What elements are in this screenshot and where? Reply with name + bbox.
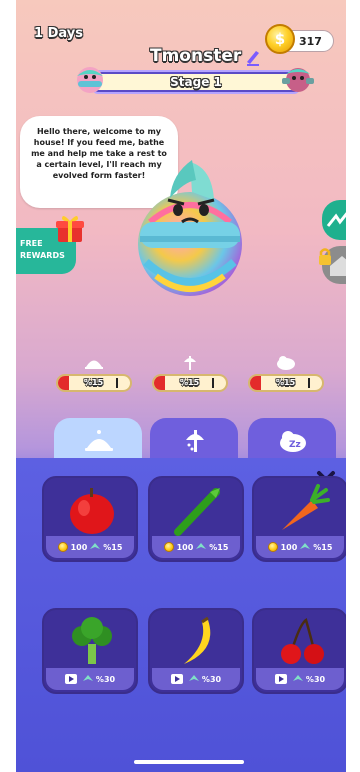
food-cloche-icon: [85, 360, 103, 369]
coin-icon: [163, 542, 174, 552]
clean-stat-bar: %15: [152, 374, 228, 392]
sleep-stat-bar: %15: [248, 374, 324, 392]
item-price: 100 %15: [46, 536, 134, 558]
cherry-icon: [281, 618, 324, 664]
asparagus-icon: [174, 488, 220, 536]
broccoli-icon: [72, 617, 112, 664]
xp-wing-icon: [300, 543, 311, 549]
food-item-broccoli[interactable]: %30: [42, 608, 138, 694]
food-stat-bar: %15: [56, 374, 132, 392]
stage-label: Stage 1: [170, 75, 222, 89]
food-cloche-icon: [85, 430, 113, 451]
food-item-carrot[interactable]: 100 %15: [252, 476, 346, 562]
sleep-stat-fill: [250, 376, 261, 390]
watch-ad-icon: [170, 674, 183, 684]
current-form-monster-icon: [77, 67, 103, 93]
tab-sleep[interactable]: Zz: [248, 418, 336, 462]
item-cost: 100: [70, 542, 88, 552]
item-gain: %15: [209, 542, 229, 552]
item-gain: %15: [313, 542, 333, 552]
item-cost: 100: [176, 542, 194, 552]
watch-ad-icon: [64, 674, 77, 684]
watch-ad-icon: [274, 674, 287, 684]
side-panel-button-top[interactable]: [322, 200, 346, 240]
apple-icon: [70, 488, 114, 534]
coin-icon: [57, 542, 68, 552]
home-indicator[interactable]: [134, 760, 244, 764]
svg-text:Zz: Zz: [289, 440, 301, 450]
coin-balance[interactable]: $ 317: [265, 24, 334, 54]
item-price: %30: [152, 668, 240, 690]
carrot-icon: [282, 484, 330, 530]
food-item-asparagus[interactable]: 100 %15: [148, 476, 244, 562]
food-item-banana[interactable]: %30: [148, 608, 244, 694]
item-gain: %30: [201, 674, 222, 684]
xp-wing-icon: [90, 543, 101, 549]
edit-name-icon[interactable]: [244, 48, 262, 66]
food-item-cherry[interactable]: %30: [252, 608, 346, 694]
sleep-cloud-icon: [277, 356, 295, 370]
evolved-form-monster-icon: [282, 68, 314, 92]
game-screen: 1 Days $ 317 Tmonster Stage 1 Hello ther…: [16, 0, 346, 772]
item-price: 100 %15: [256, 536, 344, 558]
coin-icon: [267, 542, 278, 552]
sleep-stat-percent: %15: [276, 378, 296, 387]
xp-wing-icon: [292, 675, 303, 681]
shower-icon: [184, 356, 196, 370]
clean-stat-percent: %15: [180, 378, 200, 387]
xp-wing-icon: [196, 543, 207, 549]
stat-threshold-marker: [116, 378, 118, 388]
stat-threshold-marker: [308, 378, 310, 388]
banana-icon: [184, 616, 211, 664]
item-cost: 100: [280, 542, 298, 552]
tab-clean[interactable]: [150, 418, 238, 462]
coin-icon: $: [265, 24, 295, 54]
days-counter: 1 Days: [34, 26, 83, 41]
shower-icon: [186, 430, 204, 452]
tab-food[interactable]: [54, 418, 142, 462]
item-gain: %30: [95, 674, 116, 684]
stage-progress-bar: Stage 1: [94, 72, 298, 92]
clean-stat-fill: [154, 376, 165, 390]
item-gain: %15: [103, 542, 123, 552]
item-price: 100 %15: [152, 536, 240, 558]
monster-character[interactable]: [132, 152, 248, 310]
item-price: %30: [46, 668, 134, 690]
xp-wing-icon: [188, 675, 199, 681]
gift-icon[interactable]: [54, 212, 86, 244]
coin-value: 317: [299, 35, 322, 48]
chart-icon: [326, 212, 346, 227]
xp-wing-icon: [82, 675, 93, 681]
item-price: %30: [256, 668, 344, 690]
food-stat-percent: %15: [84, 378, 104, 387]
stat-threshold-marker: [212, 378, 214, 388]
lock-icon: [319, 248, 331, 265]
food-item-apple[interactable]: 100 %15: [42, 476, 138, 562]
player-name: Tmonster: [150, 46, 242, 66]
item-gain: %30: [305, 674, 326, 684]
food-stat-fill: [58, 376, 69, 390]
sleep-cloud-icon: Zz: [280, 431, 306, 452]
